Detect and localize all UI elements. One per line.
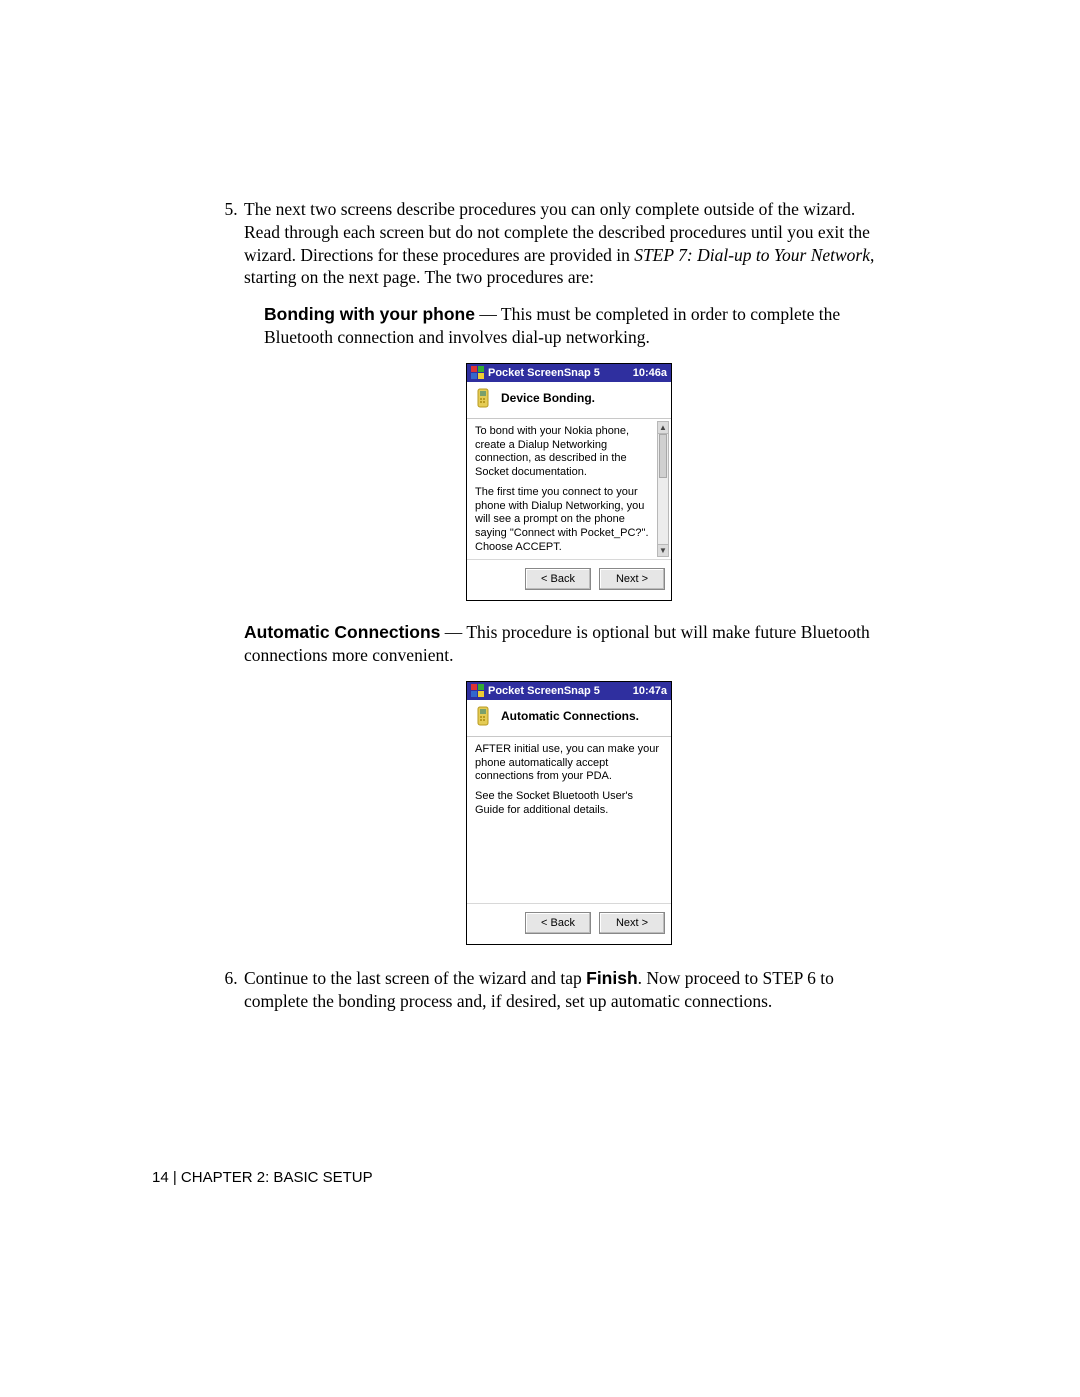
back-button[interactable]: < Back [525,912,591,934]
step6-text-a: Continue to the last screen of the wizar… [244,968,586,988]
pda-body-p2: The first time you connect to your phone… [475,486,653,555]
pda-window: Pocket ScreenSnap 5 10:47a [466,681,672,946]
step-5: The next two screens describe procedures… [242,198,894,945]
start-flag-icon [471,366,484,379]
pda-footer: < Back Next > [467,559,671,600]
auto-paragraph: Automatic Connections — This procedure i… [244,621,894,667]
pda-screenshot-2: Pocket ScreenSnap 5 10:47a [244,681,894,946]
scroll-thumb[interactable] [659,434,667,478]
step5-italic-ref: STEP 7: Dial-up to Your Network [634,245,870,265]
pda-body-p1: To bond with your Nokia phone, create a … [475,425,653,480]
pda-footer: < Back Next > [467,903,671,944]
step-6: Continue to the last screen of the wizar… [242,967,894,1013]
scroll-down-icon[interactable]: ▼ [658,544,668,556]
pda-body: AFTER initial use, you can make your pho… [467,737,671,903]
ordered-steps: The next two screens describe procedures… [222,198,894,1013]
pda-screenshot-1: Pocket ScreenSnap 5 10:46a [244,363,894,602]
step6-finish: Finish [586,968,638,988]
pda-header-label: Automatic Connections. [501,709,639,725]
start-flag-icon [471,684,484,697]
pda-body-p2: See the Socket Bluetooth User's Guide fo… [475,790,663,818]
pda-body: To bond with your Nokia phone, create a … [467,419,671,559]
back-button[interactable]: < Back [525,568,591,590]
next-button[interactable]: Next > [599,912,665,934]
pda-title: Pocket ScreenSnap 5 [488,684,600,698]
document-page: The next two screens describe procedures… [0,0,1080,1397]
bonding-paragraph: Bonding with your phone — This must be c… [264,303,894,349]
page-footer: 14 | CHAPTER 2: BASIC SETUP [152,1168,373,1188]
pda-window: Pocket ScreenSnap 5 10:46a [466,363,672,602]
next-button[interactable]: Next > [599,568,665,590]
pda-titlebar: Pocket ScreenSnap 5 10:46a [467,364,671,382]
phone-icon [475,706,493,728]
scrollbar[interactable]: ▲ ▼ [657,421,669,557]
pda-header-label: Device Bonding. [501,391,595,407]
auto-label: Automatic Connections [244,622,440,642]
pda-body-p1: AFTER initial use, you can make your pho… [475,743,663,784]
pda-header-row: Device Bonding. [467,382,671,419]
scroll-up-icon[interactable]: ▲ [658,422,668,434]
pda-header-row: Automatic Connections. [467,700,671,737]
pda-titlebar: Pocket ScreenSnap 5 10:47a [467,682,671,700]
bonding-label: Bonding with your phone [264,304,475,324]
phone-icon [475,388,493,410]
pda-title: Pocket ScreenSnap 5 [488,366,600,380]
pda-time: 10:46a [633,366,667,380]
pda-time: 10:47a [633,684,667,698]
